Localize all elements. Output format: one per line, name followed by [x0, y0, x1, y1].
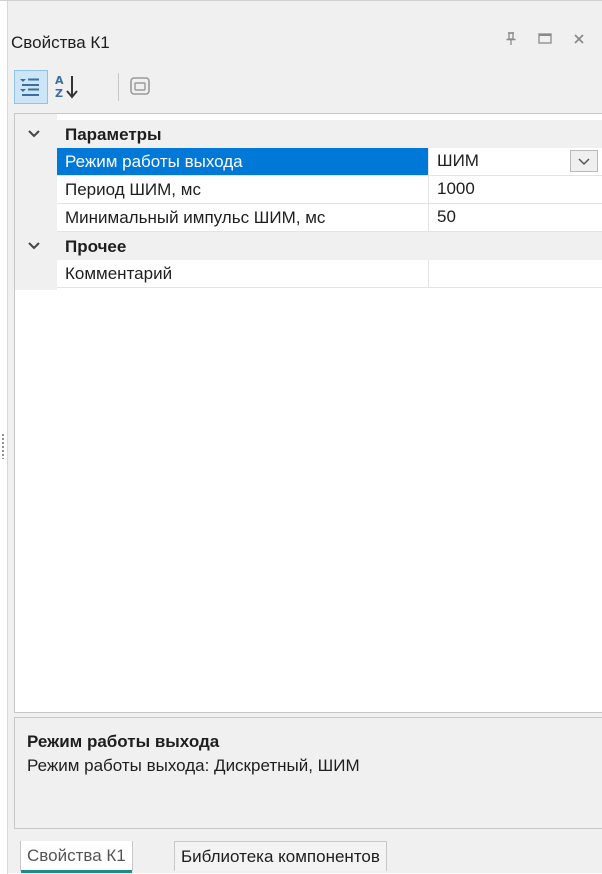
svg-text:Z: Z	[55, 87, 63, 100]
sort-az-icon: A Z	[55, 74, 78, 100]
category-label: Параметры	[65, 125, 162, 144]
property-value-output-mode[interactable]: ШИМ	[429, 148, 602, 176]
property-row-output-mode[interactable]: Режим работы выхода ШИМ	[15, 148, 602, 176]
property-value[interactable]	[429, 260, 602, 288]
category-label: Прочее	[65, 237, 127, 256]
panel-splitter[interactable]	[0, 1, 8, 874]
chevron-down-icon[interactable]	[25, 237, 43, 255]
panel-titlebar: Свойства К1	[8, 23, 602, 63]
dropdown-button[interactable]	[570, 150, 598, 172]
description-text: Режим работы выхода: Дискретный, ШИМ	[27, 756, 360, 775]
description-pane: Режим работы выхода Режим работы выхода:…	[14, 717, 602, 829]
alphabetical-sort-button[interactable]: A Z	[52, 70, 86, 104]
property-value-text: ШИМ	[437, 151, 479, 170]
property-toolbar: A Z	[8, 67, 602, 109]
property-name[interactable]: Минимальный импульс ШИМ, мс	[57, 204, 429, 232]
property-value[interactable]: 1000	[429, 176, 602, 204]
categorized-view-button[interactable]	[14, 70, 48, 104]
category-row-other[interactable]: Прочее	[15, 232, 602, 260]
property-name[interactable]: Период ШИМ, мс	[57, 176, 429, 204]
property-value[interactable]: 50	[429, 204, 602, 232]
chevron-down-icon[interactable]	[25, 125, 43, 143]
tab-properties[interactable]: Свойства К1	[20, 841, 133, 873]
tab-component-library[interactable]: Библиотека компонентов	[174, 841, 387, 871]
grip-dots-icon[interactable]	[1, 433, 5, 459]
property-pages-icon	[130, 77, 150, 95]
properties-panel: Свойства К1 A Z Параметры Режим работы в…	[0, 0, 602, 874]
property-name[interactable]: Комментарий	[57, 260, 429, 288]
pin-icon[interactable]	[500, 31, 522, 53]
property-name[interactable]: Режим работы выхода	[57, 148, 429, 176]
close-icon[interactable]	[568, 31, 590, 53]
maximize-icon[interactable]	[534, 31, 556, 53]
categorized-view-icon	[20, 78, 39, 96]
category-row-parameters[interactable]: Параметры	[15, 120, 602, 148]
property-grid[interactable]: Параметры Режим работы выхода ШИМ Период…	[14, 113, 602, 713]
property-row-pwm-min-pulse[interactable]: Минимальный импульс ШИМ, мс 50	[15, 204, 602, 232]
property-row-pwm-period[interactable]: Период ШИМ, мс 1000	[15, 176, 602, 204]
svg-text:A: A	[55, 74, 64, 87]
toolbar-separator	[118, 73, 119, 101]
property-pages-button[interactable]	[124, 70, 158, 104]
property-row-comment[interactable]: Комментарий	[15, 260, 602, 288]
chevron-down-icon	[578, 158, 590, 166]
description-title: Режим работы выхода	[27, 732, 220, 751]
panel-title: Свойства К1	[11, 33, 110, 52]
